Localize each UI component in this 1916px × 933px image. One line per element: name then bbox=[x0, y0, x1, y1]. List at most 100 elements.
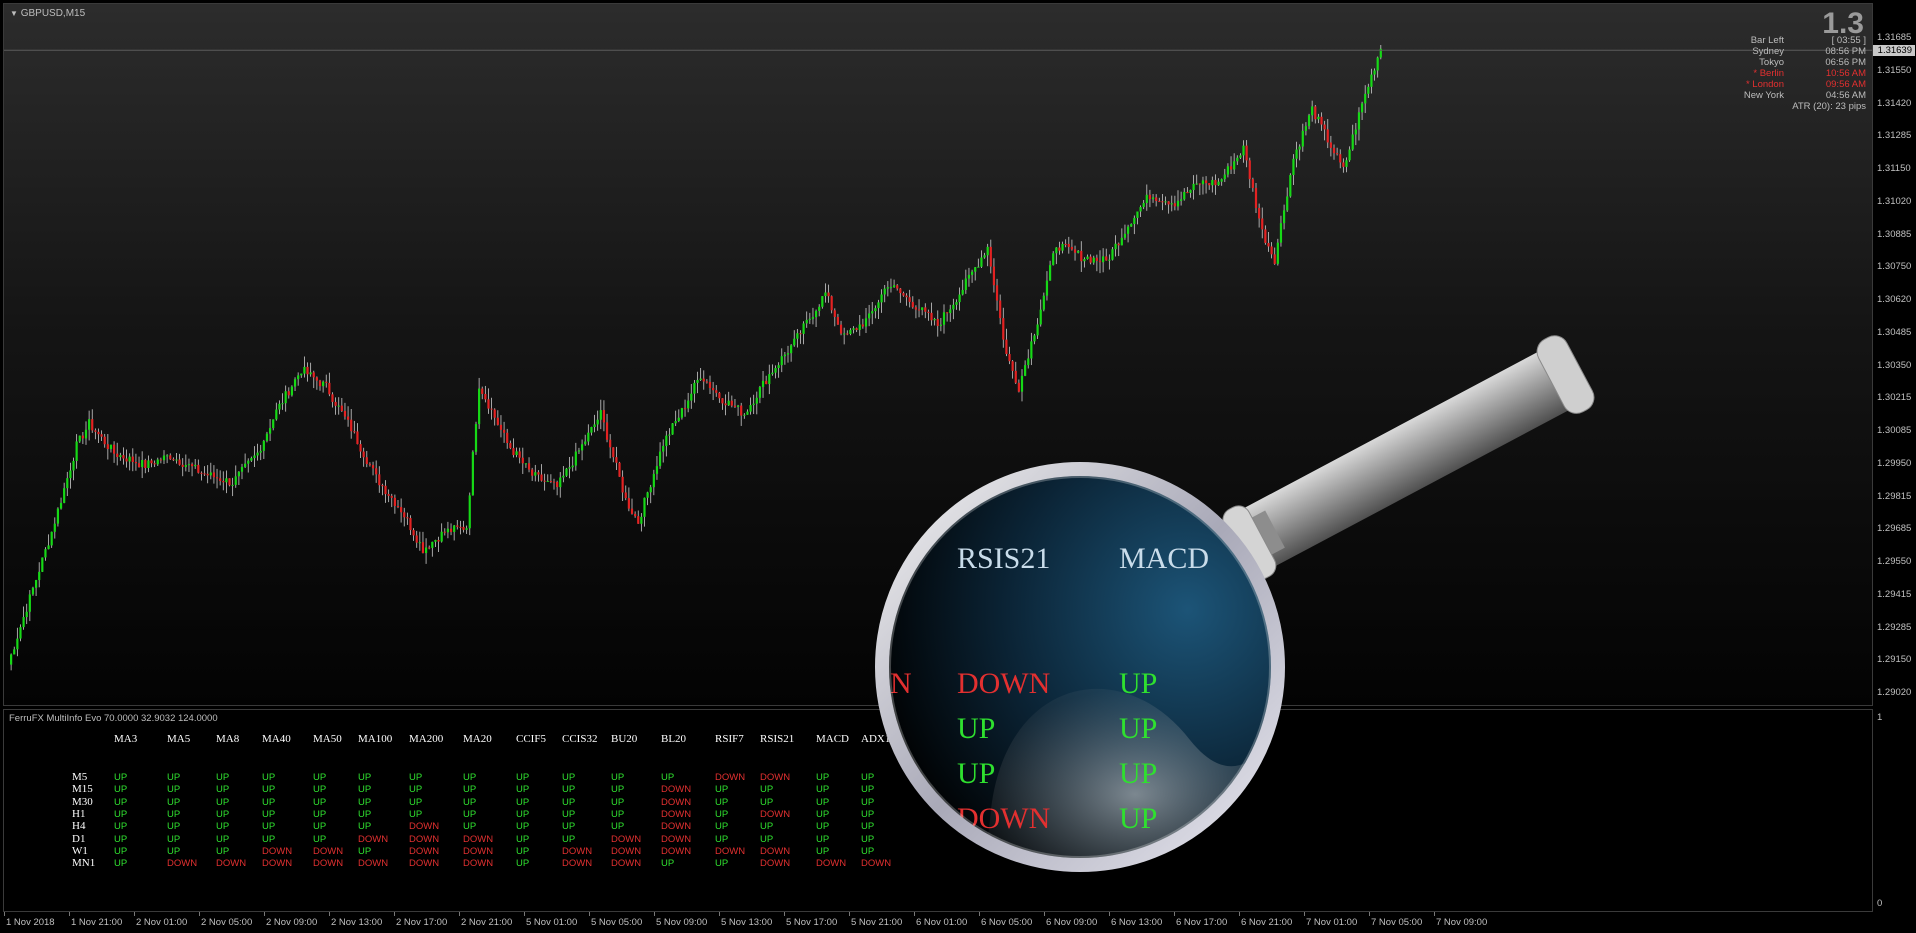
bear-candle bbox=[930, 312, 933, 321]
signal-cell: DOWN bbox=[562, 845, 593, 857]
signal-cell: UP bbox=[463, 772, 477, 783]
bull-candle bbox=[240, 466, 244, 472]
bear-candle bbox=[1254, 187, 1258, 208]
bull-candle bbox=[1092, 257, 1095, 263]
bull-candle bbox=[1111, 249, 1114, 260]
bull-candle bbox=[680, 408, 684, 418]
bull-candle bbox=[250, 458, 253, 461]
bull-candle bbox=[1317, 116, 1320, 120]
bull-candle bbox=[1282, 210, 1286, 224]
bull-candle bbox=[434, 539, 437, 542]
bull-candle bbox=[671, 423, 674, 435]
bear-candle bbox=[733, 405, 737, 407]
signal-cell: UP bbox=[262, 796, 276, 808]
bear-candle bbox=[1267, 242, 1270, 247]
bull-candle bbox=[980, 257, 983, 267]
bull-candle bbox=[967, 274, 971, 279]
info-value: 10:56 AM bbox=[1825, 68, 1866, 79]
bear-candle bbox=[946, 312, 949, 314]
bull-candle bbox=[1298, 146, 1301, 150]
bear-candle bbox=[106, 444, 109, 450]
info-row: ATR (20): 23 pips bbox=[1704, 101, 1866, 112]
bull-candle bbox=[1364, 93, 1367, 104]
bear-candle bbox=[350, 419, 353, 432]
bull-candle bbox=[1370, 74, 1373, 87]
bear-candle bbox=[531, 469, 534, 476]
signal-cell: UP bbox=[861, 784, 875, 796]
time-tick-mark bbox=[134, 912, 135, 916]
bull-candle bbox=[22, 617, 25, 628]
bear-candle bbox=[1270, 246, 1273, 255]
bear-candle bbox=[228, 478, 231, 486]
bull-candle bbox=[727, 400, 730, 406]
bear-candle bbox=[1158, 201, 1161, 203]
bull-candle bbox=[278, 403, 281, 410]
bear-candle bbox=[493, 409, 496, 418]
bear-candle bbox=[456, 525, 459, 527]
bear-candle bbox=[1248, 160, 1251, 180]
bear-candle bbox=[356, 431, 359, 445]
bear-candle bbox=[1064, 243, 1067, 245]
bull-candle bbox=[75, 441, 78, 461]
bull-candle bbox=[78, 435, 81, 442]
bear-candle bbox=[1320, 116, 1323, 125]
signal-cell: UP bbox=[216, 845, 230, 857]
bear-candle bbox=[602, 410, 606, 423]
price-chart-panel[interactable]: ▼ GBPUSD,M15 1.3 Bar Left[ 03:55 ] Sydney… bbox=[3, 3, 1873, 706]
bull-candle bbox=[696, 379, 699, 383]
bear-candle bbox=[134, 461, 138, 464]
chart-symbol-label[interactable]: ▼ GBPUSD,M15 bbox=[10, 8, 85, 19]
bull-candle bbox=[662, 445, 665, 452]
bull-candle bbox=[275, 409, 278, 420]
bear-candle bbox=[1073, 249, 1077, 253]
bull-candle bbox=[1348, 149, 1351, 161]
bear-candle bbox=[384, 485, 387, 495]
signal-cell: UP bbox=[216, 784, 230, 796]
bull-candle bbox=[303, 366, 306, 374]
bear-candle bbox=[518, 451, 521, 458]
bull-candle bbox=[961, 289, 964, 295]
bear-candle bbox=[371, 465, 375, 469]
bull-candle bbox=[1242, 145, 1245, 156]
dropdown-triangle-icon[interactable]: ▼ bbox=[10, 9, 18, 18]
bear-candle bbox=[999, 300, 1002, 319]
bear-candle bbox=[1067, 243, 1070, 247]
time-tick-label: 2 Nov 13:00 bbox=[331, 917, 383, 928]
info-label: * London bbox=[1745, 79, 1784, 90]
bear-candle bbox=[712, 387, 715, 391]
bull-candle bbox=[1042, 295, 1045, 310]
signal-cell: DOWN bbox=[611, 845, 642, 857]
bull-candle bbox=[580, 444, 584, 451]
signal-cell: UP bbox=[562, 796, 576, 808]
bull-candle bbox=[1357, 112, 1361, 130]
indicator-panel[interactable]: FerruFX MultiInfo Evo 70.0000 32.9032 12… bbox=[3, 709, 1873, 912]
bear-candle bbox=[100, 434, 103, 437]
bull-candle bbox=[166, 455, 169, 457]
bear-candle bbox=[1014, 370, 1017, 383]
time-axis[interactable]: 1 Nov 2018 1 Nov 21:00 2 Nov 01:00 2 Nov 05… bbox=[0, 912, 1916, 933]
bear-candle bbox=[449, 528, 453, 532]
bear-candle bbox=[212, 472, 216, 478]
bear-candle bbox=[549, 480, 552, 482]
bear-candle bbox=[1058, 247, 1061, 251]
time-tick-mark bbox=[1239, 912, 1240, 916]
bull-candle bbox=[1036, 324, 1039, 336]
price-axis[interactable]: 1.31685 1.31550 1.31420 1.31285 1.31150 1.310… bbox=[1873, 3, 1916, 706]
bear-candle bbox=[995, 285, 999, 301]
bull-candle bbox=[1201, 180, 1205, 185]
bull-candle bbox=[1239, 155, 1242, 158]
signal-cell: DOWN bbox=[409, 858, 440, 870]
time-tick-mark bbox=[1109, 912, 1110, 916]
bull-candle bbox=[1020, 375, 1024, 392]
bull-candle bbox=[468, 495, 471, 529]
bear-candle bbox=[312, 372, 315, 378]
bull-candle bbox=[824, 292, 827, 297]
bear-candle bbox=[718, 392, 721, 399]
signal-cell: UP bbox=[816, 808, 830, 820]
timeframe-label: H4 bbox=[72, 820, 86, 833]
bear-candle bbox=[144, 460, 147, 468]
bull-candle bbox=[309, 372, 312, 375]
signal-cell: DOWN bbox=[661, 784, 692, 796]
bull-candle bbox=[559, 477, 562, 488]
bull-candle bbox=[786, 353, 790, 355]
